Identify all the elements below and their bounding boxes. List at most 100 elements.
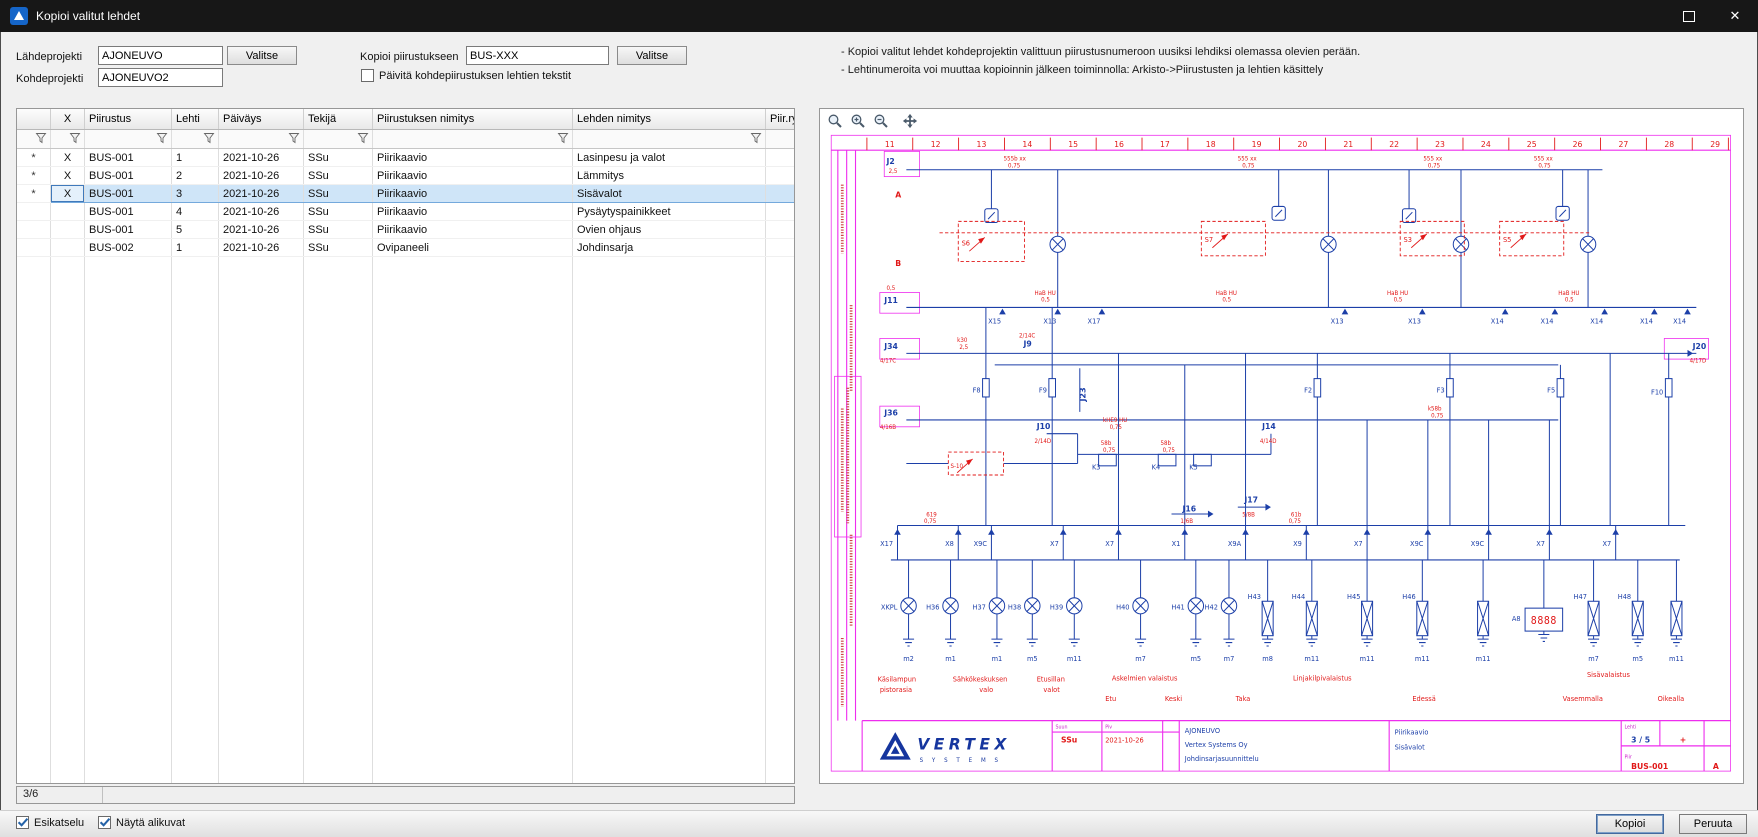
svg-text:S6: S6	[962, 239, 970, 247]
filter-cell[interactable]	[172, 130, 219, 149]
svg-text:HaB HU: HaB HU	[1216, 291, 1237, 297]
table-row[interactable]: *XBUS-00112021-10-26SSuPiirikaavioLasinp…	[17, 149, 795, 167]
copy-sheets-dialog: { "titlebar": { "title": "Kopioi valitut…	[0, 0, 1758, 836]
peruuta-button[interactable]: Peruuta	[1679, 814, 1747, 834]
table-row-empty	[17, 461, 795, 478]
filter-cell[interactable]	[304, 130, 373, 149]
zoom-in-icon[interactable]	[849, 112, 867, 130]
table-row[interactable]: BUS-00212021-10-26SSuOvipaneeliJohdinsar…	[17, 239, 795, 257]
maximize-button[interactable]	[1666, 0, 1712, 32]
svg-text:18: 18	[1206, 140, 1216, 149]
svg-text:14: 14	[1022, 140, 1032, 149]
esikatselu-checkbox[interactable]: Esikatselu	[16, 816, 84, 829]
source-project-label: Lähdeprojekti	[16, 51, 82, 63]
table-row-empty	[17, 750, 795, 767]
svg-text:0,75: 0,75	[1428, 163, 1441, 169]
svg-text:555 xx: 555 xx	[1534, 156, 1553, 162]
svg-text:X9: X9	[1293, 540, 1302, 548]
svg-text:4/14D: 4/14D	[1260, 439, 1277, 445]
svg-text:0,5: 0,5	[1041, 298, 1050, 304]
filter-cell[interactable]	[219, 130, 304, 149]
svg-text:0,5: 0,5	[1394, 298, 1403, 304]
nayta-alikuvat-checkbox[interactable]: Näytä alikuvat	[98, 816, 185, 829]
sheet-table: XPiirustusLehtiPäiväysTekijäPiirustuksen…	[17, 109, 795, 784]
svg-text:X9C: X9C	[1410, 540, 1424, 548]
svg-text:Edessä: Edessä	[1412, 695, 1435, 703]
svg-text:X14: X14	[1640, 317, 1653, 325]
svg-text:m11: m11	[1476, 655, 1491, 663]
filter-icon	[557, 132, 569, 144]
filter-icon	[35, 132, 47, 144]
svg-text:20: 20	[1298, 140, 1308, 149]
svg-text:0,75: 0,75	[1008, 163, 1021, 169]
preview-toolbar	[826, 112, 919, 130]
svg-text:12: 12	[931, 140, 941, 149]
filter-cell[interactable]	[85, 130, 172, 149]
update-texts-checkbox[interactable]: Päivitä kohdepiirustuksen lehtien teksti…	[361, 69, 571, 82]
column-header[interactable]: Päiväys	[219, 109, 304, 130]
column-header[interactable]: Lehden nimitys	[573, 109, 766, 130]
column-header[interactable]: Piirustus	[85, 109, 172, 130]
sheet-label: Lehti	[1625, 725, 1637, 731]
table-row-empty	[17, 393, 795, 410]
table-row[interactable]: BUS-00152021-10-26SSuPiirikaavioOvien oh…	[17, 221, 795, 239]
svg-text:X13: X13	[1408, 317, 1421, 325]
svg-text:S5: S5	[1503, 236, 1511, 244]
close-button[interactable]: ✕	[1712, 0, 1758, 32]
table-row[interactable]: BUS-00142021-10-26SSuPiirikaavioPysäytys…	[17, 203, 795, 221]
table-row-empty	[17, 512, 795, 529]
svg-text:HaB HU: HaB HU	[1387, 291, 1408, 297]
svg-text:J11: J11	[883, 296, 898, 305]
revision: A	[1713, 762, 1720, 771]
svg-text:B: B	[895, 259, 901, 268]
copy-to-valitse-button[interactable]: Valitse	[617, 46, 687, 65]
target-project-input[interactable]	[98, 68, 223, 87]
source-project-input[interactable]	[98, 46, 223, 65]
table-row-empty	[17, 563, 795, 580]
svg-text:4/16B: 4/16B	[880, 425, 896, 431]
table-row[interactable]: *XBUS-00132021-10-26SSuPiirikaavioSisäva…	[17, 185, 795, 203]
filter-cell[interactable]	[373, 130, 573, 149]
column-header[interactable]: Lehti	[172, 109, 219, 130]
filter-cell[interactable]	[766, 130, 796, 149]
column-header[interactable]: Piir.ryhmä	[766, 109, 796, 130]
svg-text:5/8B: 5/8B	[1242, 512, 1255, 518]
svg-text:pistorasia: pistorasia	[880, 686, 912, 694]
table-row-empty	[17, 546, 795, 563]
table-filter-row	[17, 130, 795, 149]
sheet-table-body: *XBUS-00112021-10-26SSuPiirikaavioLasinp…	[17, 149, 795, 785]
svg-text:valot: valot	[1043, 686, 1060, 694]
svg-text:H39: H39	[1050, 603, 1063, 611]
svg-text:X15: X15	[988, 317, 1001, 325]
column-header[interactable]: Tekijä	[304, 109, 373, 130]
svg-text:Oikealla: Oikealla	[1658, 695, 1685, 703]
source-valitse-button[interactable]: Valitse	[227, 46, 297, 65]
table-row-empty	[17, 733, 795, 750]
zoom-out-icon[interactable]	[872, 112, 890, 130]
filter-cell[interactable]	[51, 130, 85, 149]
svg-text:m7: m7	[1135, 655, 1146, 663]
table-row-empty	[17, 410, 795, 427]
svg-text:4/17C: 4/17C	[880, 358, 896, 364]
help-line-1: - Kopioi valitut lehdet kohdeprojektin v…	[841, 46, 1360, 58]
svg-text:H43: H43	[1248, 593, 1261, 601]
pan-icon[interactable]	[901, 112, 919, 130]
svg-text:Etu: Etu	[1105, 695, 1116, 703]
svg-text:H38: H38	[1008, 603, 1021, 611]
column-header[interactable]: X	[51, 109, 85, 130]
column-header[interactable]: Piirustuksen nimitys	[373, 109, 573, 130]
copy-to-input[interactable]	[466, 46, 609, 65]
svg-text:X7: X7	[1603, 540, 1612, 548]
table-row[interactable]: *XBUS-00122021-10-26SSuPiirikaavioLämmit…	[17, 167, 795, 185]
check-icon	[98, 815, 112, 829]
kopioi-button[interactable]: Kopioi	[1596, 814, 1664, 834]
svg-text:F9: F9	[1039, 386, 1047, 394]
svg-text:F5: F5	[1547, 386, 1555, 394]
zoom-window-icon[interactable]	[826, 112, 844, 130]
svg-text:m7: m7	[1224, 655, 1235, 663]
filter-cell[interactable]	[573, 130, 766, 149]
column-header[interactable]	[17, 109, 51, 130]
filter-cell[interactable]	[17, 130, 51, 149]
svg-text:0,75: 0,75	[1103, 448, 1116, 454]
svg-text:61b: 61b	[1291, 512, 1302, 518]
